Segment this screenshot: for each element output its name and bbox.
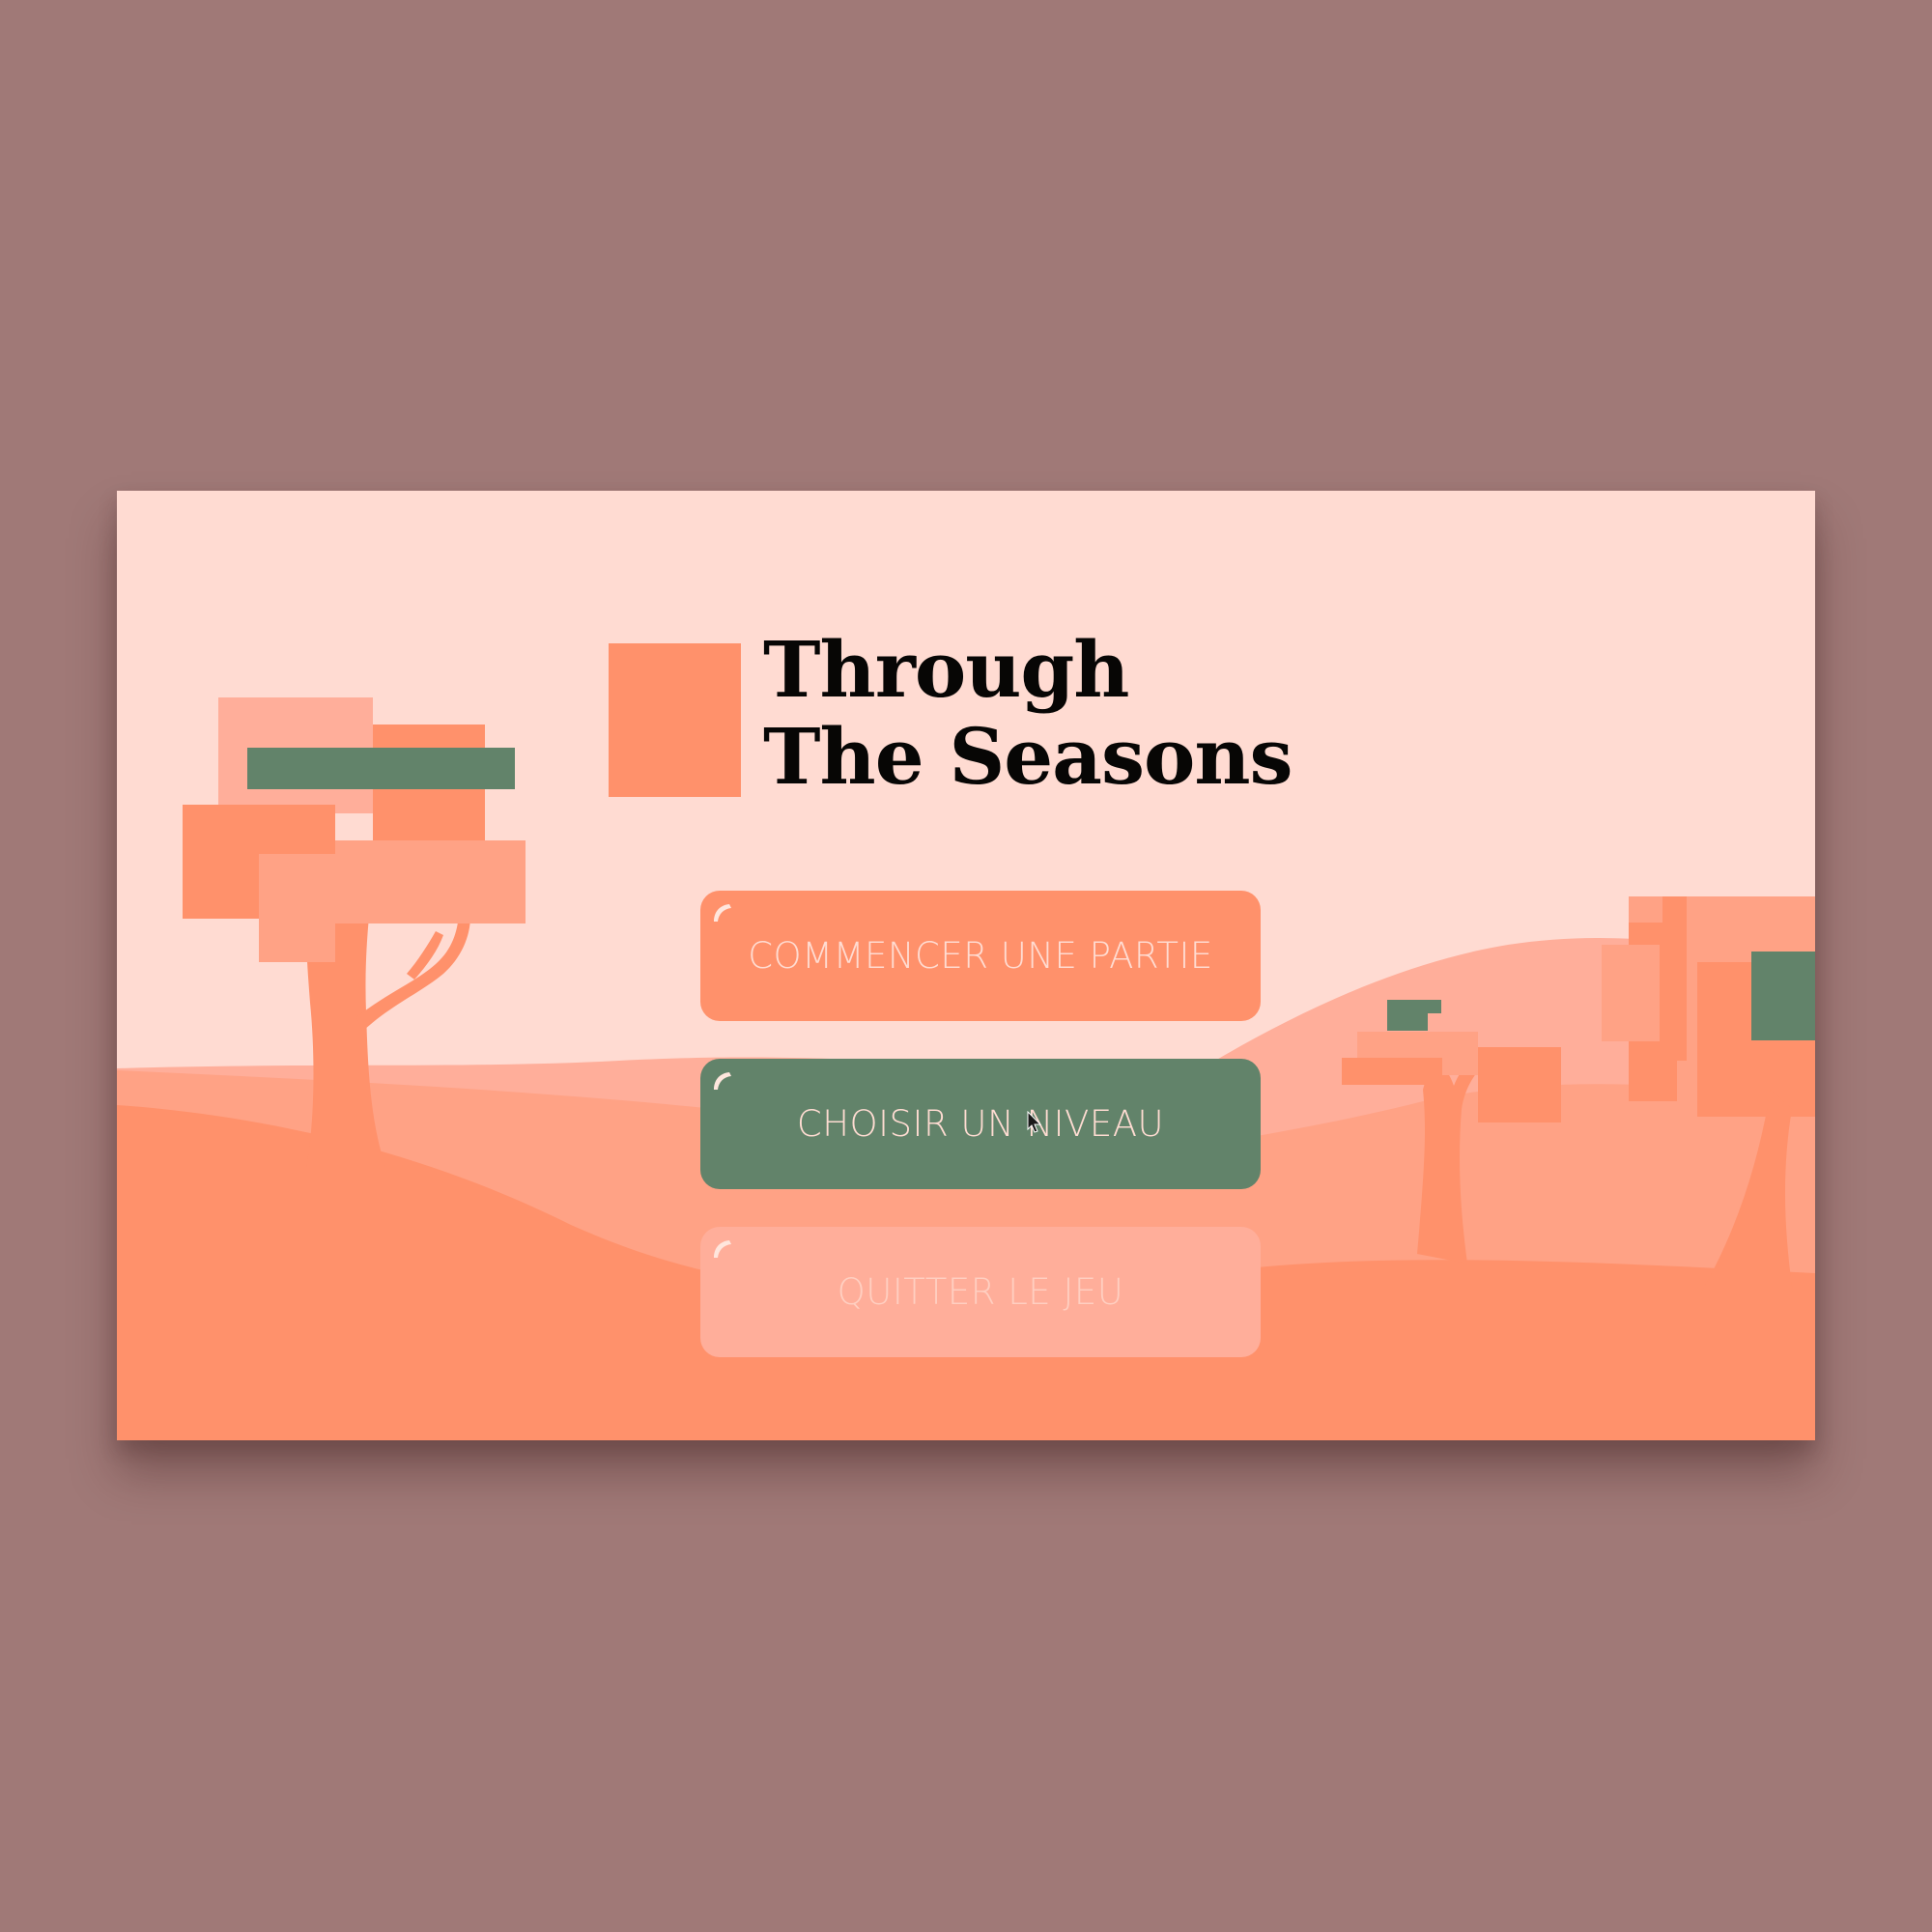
game-title-screen: Through The Seasons COMMENCER UNE PARTIE… bbox=[117, 491, 1815, 1440]
right-canopy-block bbox=[1662, 896, 1687, 1061]
choose-level-button[interactable]: CHOISIR UN NIVEAU bbox=[700, 1059, 1261, 1189]
shine-icon bbox=[714, 1072, 731, 1090]
start-game-button[interactable]: COMMENCER UNE PARTIE bbox=[700, 891, 1261, 1021]
left-canopy-leaf bbox=[247, 748, 515, 789]
mid-right-canopy-block bbox=[1478, 1047, 1561, 1122]
shine-icon bbox=[714, 904, 731, 922]
shine-icon bbox=[714, 1240, 731, 1258]
choose-level-label: CHOISIR UN NIVEAU bbox=[796, 1103, 1165, 1145]
start-game-label: COMMENCER UNE PARTIE bbox=[748, 935, 1213, 977]
mid-right-canopy-leaf bbox=[1387, 1000, 1428, 1031]
mid-right-canopy-block bbox=[1342, 1058, 1442, 1085]
left-canopy-block bbox=[373, 724, 485, 860]
mid-right-canopy-leaf bbox=[1428, 1000, 1441, 1013]
game-title: Through The Seasons bbox=[763, 626, 1293, 800]
game-title-line-2: The Seasons bbox=[763, 711, 1293, 802]
left-canopy-block bbox=[335, 840, 526, 923]
logo-block bbox=[609, 643, 741, 797]
left-canopy-block bbox=[259, 854, 335, 962]
quit-game-button[interactable]: QUITTER LE JEU bbox=[700, 1227, 1261, 1357]
quit-game-label: QUITTER LE JEU bbox=[837, 1271, 1124, 1313]
game-title-line-1: Through bbox=[763, 624, 1129, 715]
right-canopy-leaf bbox=[1751, 952, 1815, 1040]
right-canopy-block bbox=[1602, 945, 1660, 1041]
